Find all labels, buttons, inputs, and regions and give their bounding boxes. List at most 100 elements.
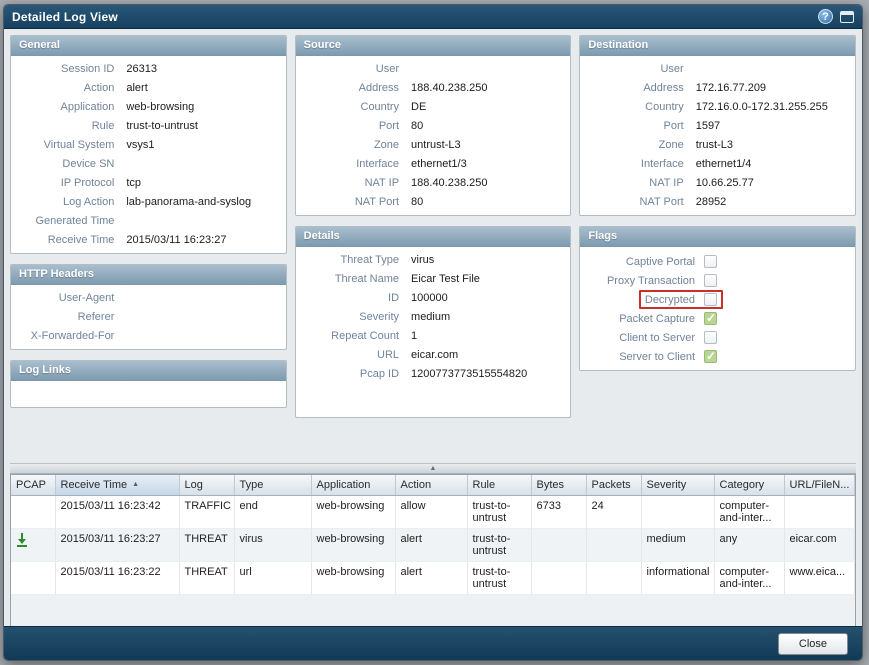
field-value: 1200773773515554820: [411, 365, 570, 384]
cell-severity: informational: [641, 562, 714, 595]
cell-packets: 24: [586, 496, 641, 529]
cell-application: web-browsing: [311, 496, 395, 529]
field-label: Threat Type: [296, 251, 411, 270]
cell-receive-time: 2015/03/11 16:23:22: [55, 562, 179, 595]
column-header-url-filename[interactable]: URL/FileN...: [784, 475, 855, 496]
field-value: ethernet1/4: [696, 155, 855, 174]
cell-application: web-browsing: [311, 562, 395, 595]
field-row: NAT IP188.40.238.250: [296, 174, 571, 193]
titlebar-icons: ?: [818, 9, 854, 24]
field-value: 2015/03/11 16:23:27: [126, 231, 285, 250]
column-left: General Session ID26313 Actionalert Appl…: [10, 35, 287, 459]
field-value: eicar.com: [411, 346, 570, 365]
detailed-log-view-dialog: Detailed Log View ? General Session ID26…: [3, 4, 863, 661]
field-value: 80: [411, 117, 570, 136]
cell-rule: trust-to-untrust: [467, 562, 531, 595]
panel-http-headers: HTTP Headers User-Agent Referer X-Forwar…: [10, 264, 287, 350]
cell-log: THREAT: [179, 529, 234, 562]
field-value: [126, 155, 285, 174]
field-row: X-Forwarded-For: [11, 327, 286, 346]
flag-label: Server to Client: [619, 351, 695, 363]
field-label: Address: [296, 79, 411, 98]
table-row[interactable]: 2015/03/11 16:23:22 THREAT url web-brows…: [11, 562, 855, 595]
splitter-handle[interactable]: ▲: [10, 463, 856, 474]
cell-category: computer-and-inter...: [714, 496, 784, 529]
field-value: [126, 308, 285, 327]
field-row: CountryDE: [296, 98, 571, 117]
table-row[interactable]: 2015/03/11 16:23:27 THREAT virus web-bro…: [11, 529, 855, 562]
cell-rule: trust-to-untrust: [467, 529, 531, 562]
close-button[interactable]: Close: [778, 633, 848, 655]
field-label: Interface: [296, 155, 411, 174]
cell-pcap: [11, 529, 55, 562]
field-label: Log Action: [11, 193, 126, 212]
column-header-category[interactable]: Category: [714, 475, 784, 496]
field-label: Application: [11, 98, 126, 117]
flag-label: Captive Portal: [626, 256, 695, 268]
cell-log: TRAFFIC: [179, 496, 234, 529]
cell-receive-time: 2015/03/11 16:23:27: [55, 529, 179, 562]
column-middle: Source User Address188.40.238.250 Countr…: [295, 35, 572, 459]
cell-rule: trust-to-untrust: [467, 496, 531, 529]
field-row: NAT IP10.66.25.77: [580, 174, 855, 193]
field-row: User: [580, 60, 855, 79]
cell-pcap: [11, 496, 55, 529]
cell-bytes: [531, 562, 586, 595]
help-icon[interactable]: ?: [818, 9, 833, 24]
field-label: Virtual System: [11, 136, 126, 155]
panel-log-links-header: Log Links: [11, 361, 286, 381]
column-right: Destination User Address172.16.77.209 Co…: [579, 35, 856, 459]
cell-type: virus: [234, 529, 311, 562]
field-value: 188.40.238.250: [411, 79, 570, 98]
panel-log-links: Log Links: [10, 360, 287, 408]
column-header-action[interactable]: Action: [395, 475, 467, 496]
field-value: ethernet1/3: [411, 155, 570, 174]
field-value: alert: [126, 79, 285, 98]
column-header-bytes[interactable]: Bytes: [531, 475, 586, 496]
field-value: DE: [411, 98, 570, 117]
decrypted-highlight-box: Decrypted: [639, 290, 723, 309]
field-label: Pcap ID: [296, 365, 411, 384]
field-row: URLeicar.com: [296, 346, 571, 365]
panel-source: Source User Address188.40.238.250 Countr…: [295, 35, 572, 216]
cell-category: computer-and-inter...: [714, 562, 784, 595]
table-header-row: PCAP Receive Time▲ Log Type Application …: [11, 475, 855, 496]
field-row: Ruletrust-to-untrust: [11, 117, 286, 136]
panel-log-links-body: [11, 381, 286, 407]
window-popout-icon[interactable]: [840, 11, 854, 23]
field-label: Severity: [296, 308, 411, 327]
field-row: Repeat Count1: [296, 327, 571, 346]
column-header-type[interactable]: Type: [234, 475, 311, 496]
field-value: untrust-L3: [411, 136, 570, 155]
field-value: [126, 212, 285, 231]
column-header-log[interactable]: Log: [179, 475, 234, 496]
field-label: Generated Time: [11, 212, 126, 231]
field-value: [696, 60, 855, 79]
field-row: Zonetrust-L3: [580, 136, 855, 155]
field-value: [411, 60, 570, 79]
field-label: NAT Port: [580, 193, 695, 212]
column-header-receive-time[interactable]: Receive Time▲: [55, 475, 179, 496]
column-header-pcap[interactable]: PCAP: [11, 475, 55, 496]
column-header-packets[interactable]: Packets: [586, 475, 641, 496]
field-label: User: [580, 60, 695, 79]
cell-action: alert: [395, 562, 467, 595]
flag-row-client-to-server: Client to Server: [580, 328, 855, 347]
column-header-severity[interactable]: Severity: [641, 475, 714, 496]
field-row: NAT Port80: [296, 193, 571, 212]
cell-receive-time: 2015/03/11 16:23:42: [55, 496, 179, 529]
table-row[interactable]: 2015/03/11 16:23:42 TRAFFIC end web-brow…: [11, 496, 855, 529]
related-logs-grid: PCAP Receive Time▲ Log Type Application …: [10, 474, 856, 626]
cell-severity: medium: [641, 529, 714, 562]
panel-destination-header: Destination: [580, 36, 855, 56]
field-row: Country172.16.0.0-172.31.255.255: [580, 98, 855, 117]
field-row: Interfaceethernet1/3: [296, 155, 571, 174]
field-label: Receive Time: [11, 231, 126, 250]
splitter-collapse-icon[interactable]: ▲: [430, 465, 437, 472]
pcap-download-icon[interactable]: [16, 533, 28, 550]
field-row: Threat Typevirus: [296, 251, 571, 270]
column-header-rule[interactable]: Rule: [467, 475, 531, 496]
field-label: Action: [11, 79, 126, 98]
column-header-application[interactable]: Application: [311, 475, 395, 496]
field-label: Zone: [580, 136, 695, 155]
